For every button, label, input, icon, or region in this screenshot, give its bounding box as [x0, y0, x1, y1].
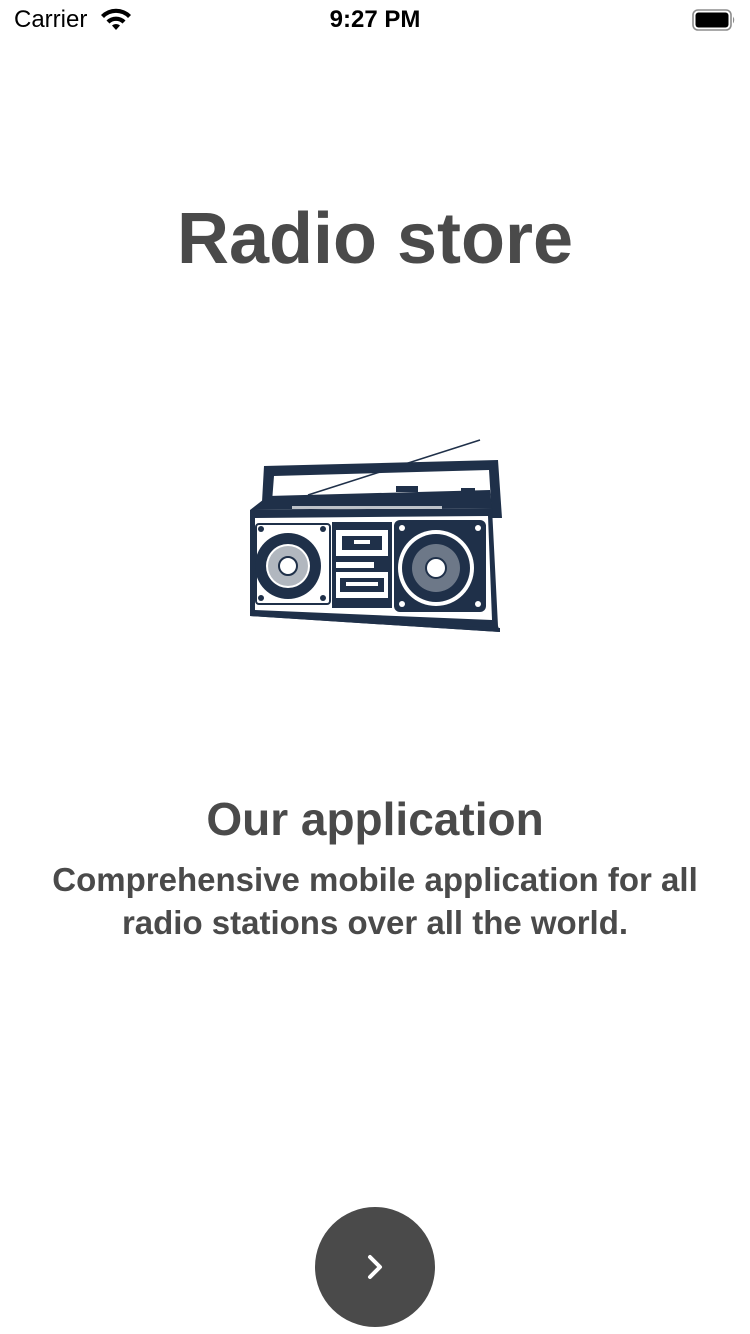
battery-full-icon	[692, 9, 735, 31]
section-heading: Our application	[206, 793, 544, 845]
chevron-right-icon	[368, 1255, 382, 1279]
page-title: Radio store	[176, 199, 574, 279]
next-button[interactable]	[315, 1207, 435, 1327]
section-description: Comprehensive mobile application for all…	[52, 861, 698, 941]
status-bar: Carrier 9:27 PM	[0, 0, 750, 40]
boombox-illustration	[250, 439, 502, 632]
status-time: 9:27 PM	[329, 6, 421, 33]
